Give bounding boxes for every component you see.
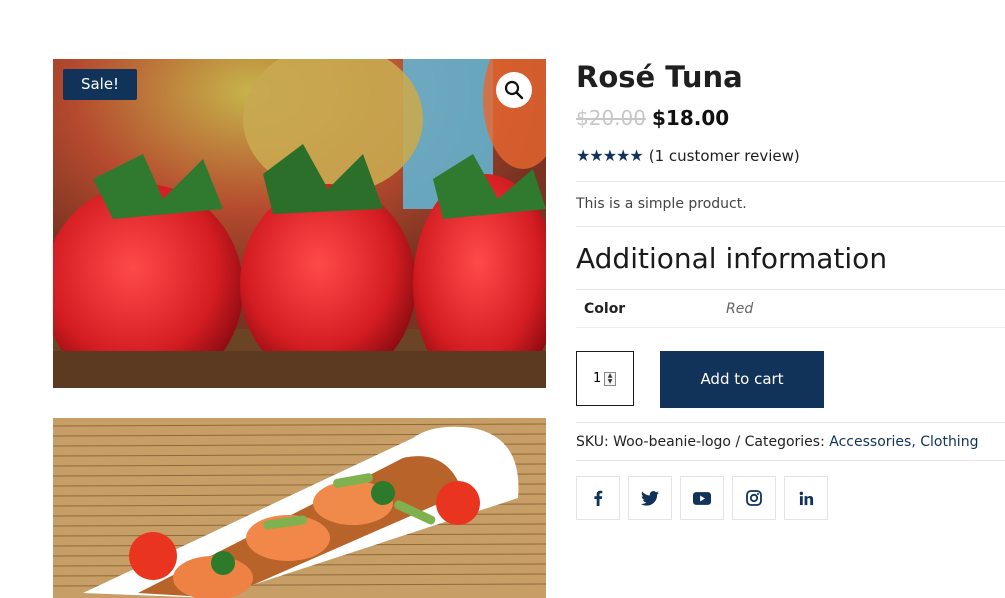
product-gallery: Sale! [53,59,546,598]
divider [576,460,1005,461]
twitter-share-button[interactable] [628,476,672,520]
categories-label: Categories: [744,434,825,450]
quantity-stepper[interactable]: ▲▼ [576,351,634,406]
product-image-strawberries[interactable]: Sale! [53,59,546,388]
magnifier-icon [504,80,524,100]
sale-badge: Sale! [63,69,137,100]
attributes-table-top-border [576,289,1005,290]
customer-review-link[interactable]: (1 customer review) [649,147,800,165]
category-link-clothing[interactable]: Clothing [920,434,978,450]
shrimp-dish-photo [53,418,546,598]
product-meta: SKU: Woo-beanie-logo / Categories: Acces… [576,434,978,450]
divider [576,181,1005,182]
attribute-label-color: Color [584,301,626,317]
instagram-icon [746,490,762,506]
social-share-links [576,476,836,520]
star-rating-icon: ★★★★★ [576,146,644,165]
additional-information-heading: Additional information [576,242,888,275]
category-link-accessories[interactable]: Accessories [829,434,911,450]
product-price: $20.00 $18.00 [576,106,729,130]
sku-label: SKU: [576,434,609,450]
quantity-spin-arrows-icon[interactable]: ▲ ▼ [604,372,616,386]
facebook-icon [594,490,603,506]
linkedin-icon [799,491,813,505]
add-to-cart-button[interactable]: Add to cart [660,351,824,408]
instagram-share-button[interactable] [732,476,776,520]
product-image-shrimp-dish[interactable] [53,418,546,598]
sku-value: Woo-beanie-logo [613,434,731,450]
divider [576,226,1005,227]
zoom-button[interactable] [496,72,532,108]
twitter-icon [641,490,659,506]
product-rating: ★★★★★ (1 customer review) [576,146,800,165]
linkedin-share-button[interactable] [784,476,828,520]
facebook-share-button[interactable] [576,476,620,520]
quantity-input[interactable] [593,371,603,386]
product-short-description: This is a simple product. [576,196,747,212]
old-price: $20.00 [576,106,646,130]
youtube-share-button[interactable] [680,476,724,520]
product-title: Rosé Tuna [576,60,743,94]
attributes-table-bottom-border [576,327,1005,328]
category-separator: , [911,434,916,450]
meta-separator: / [735,434,741,450]
attribute-value-color: Red [726,301,754,317]
divider [576,422,1005,423]
youtube-icon [693,491,711,505]
sale-price: $18.00 [651,106,730,130]
strawberries-photo [53,59,546,388]
